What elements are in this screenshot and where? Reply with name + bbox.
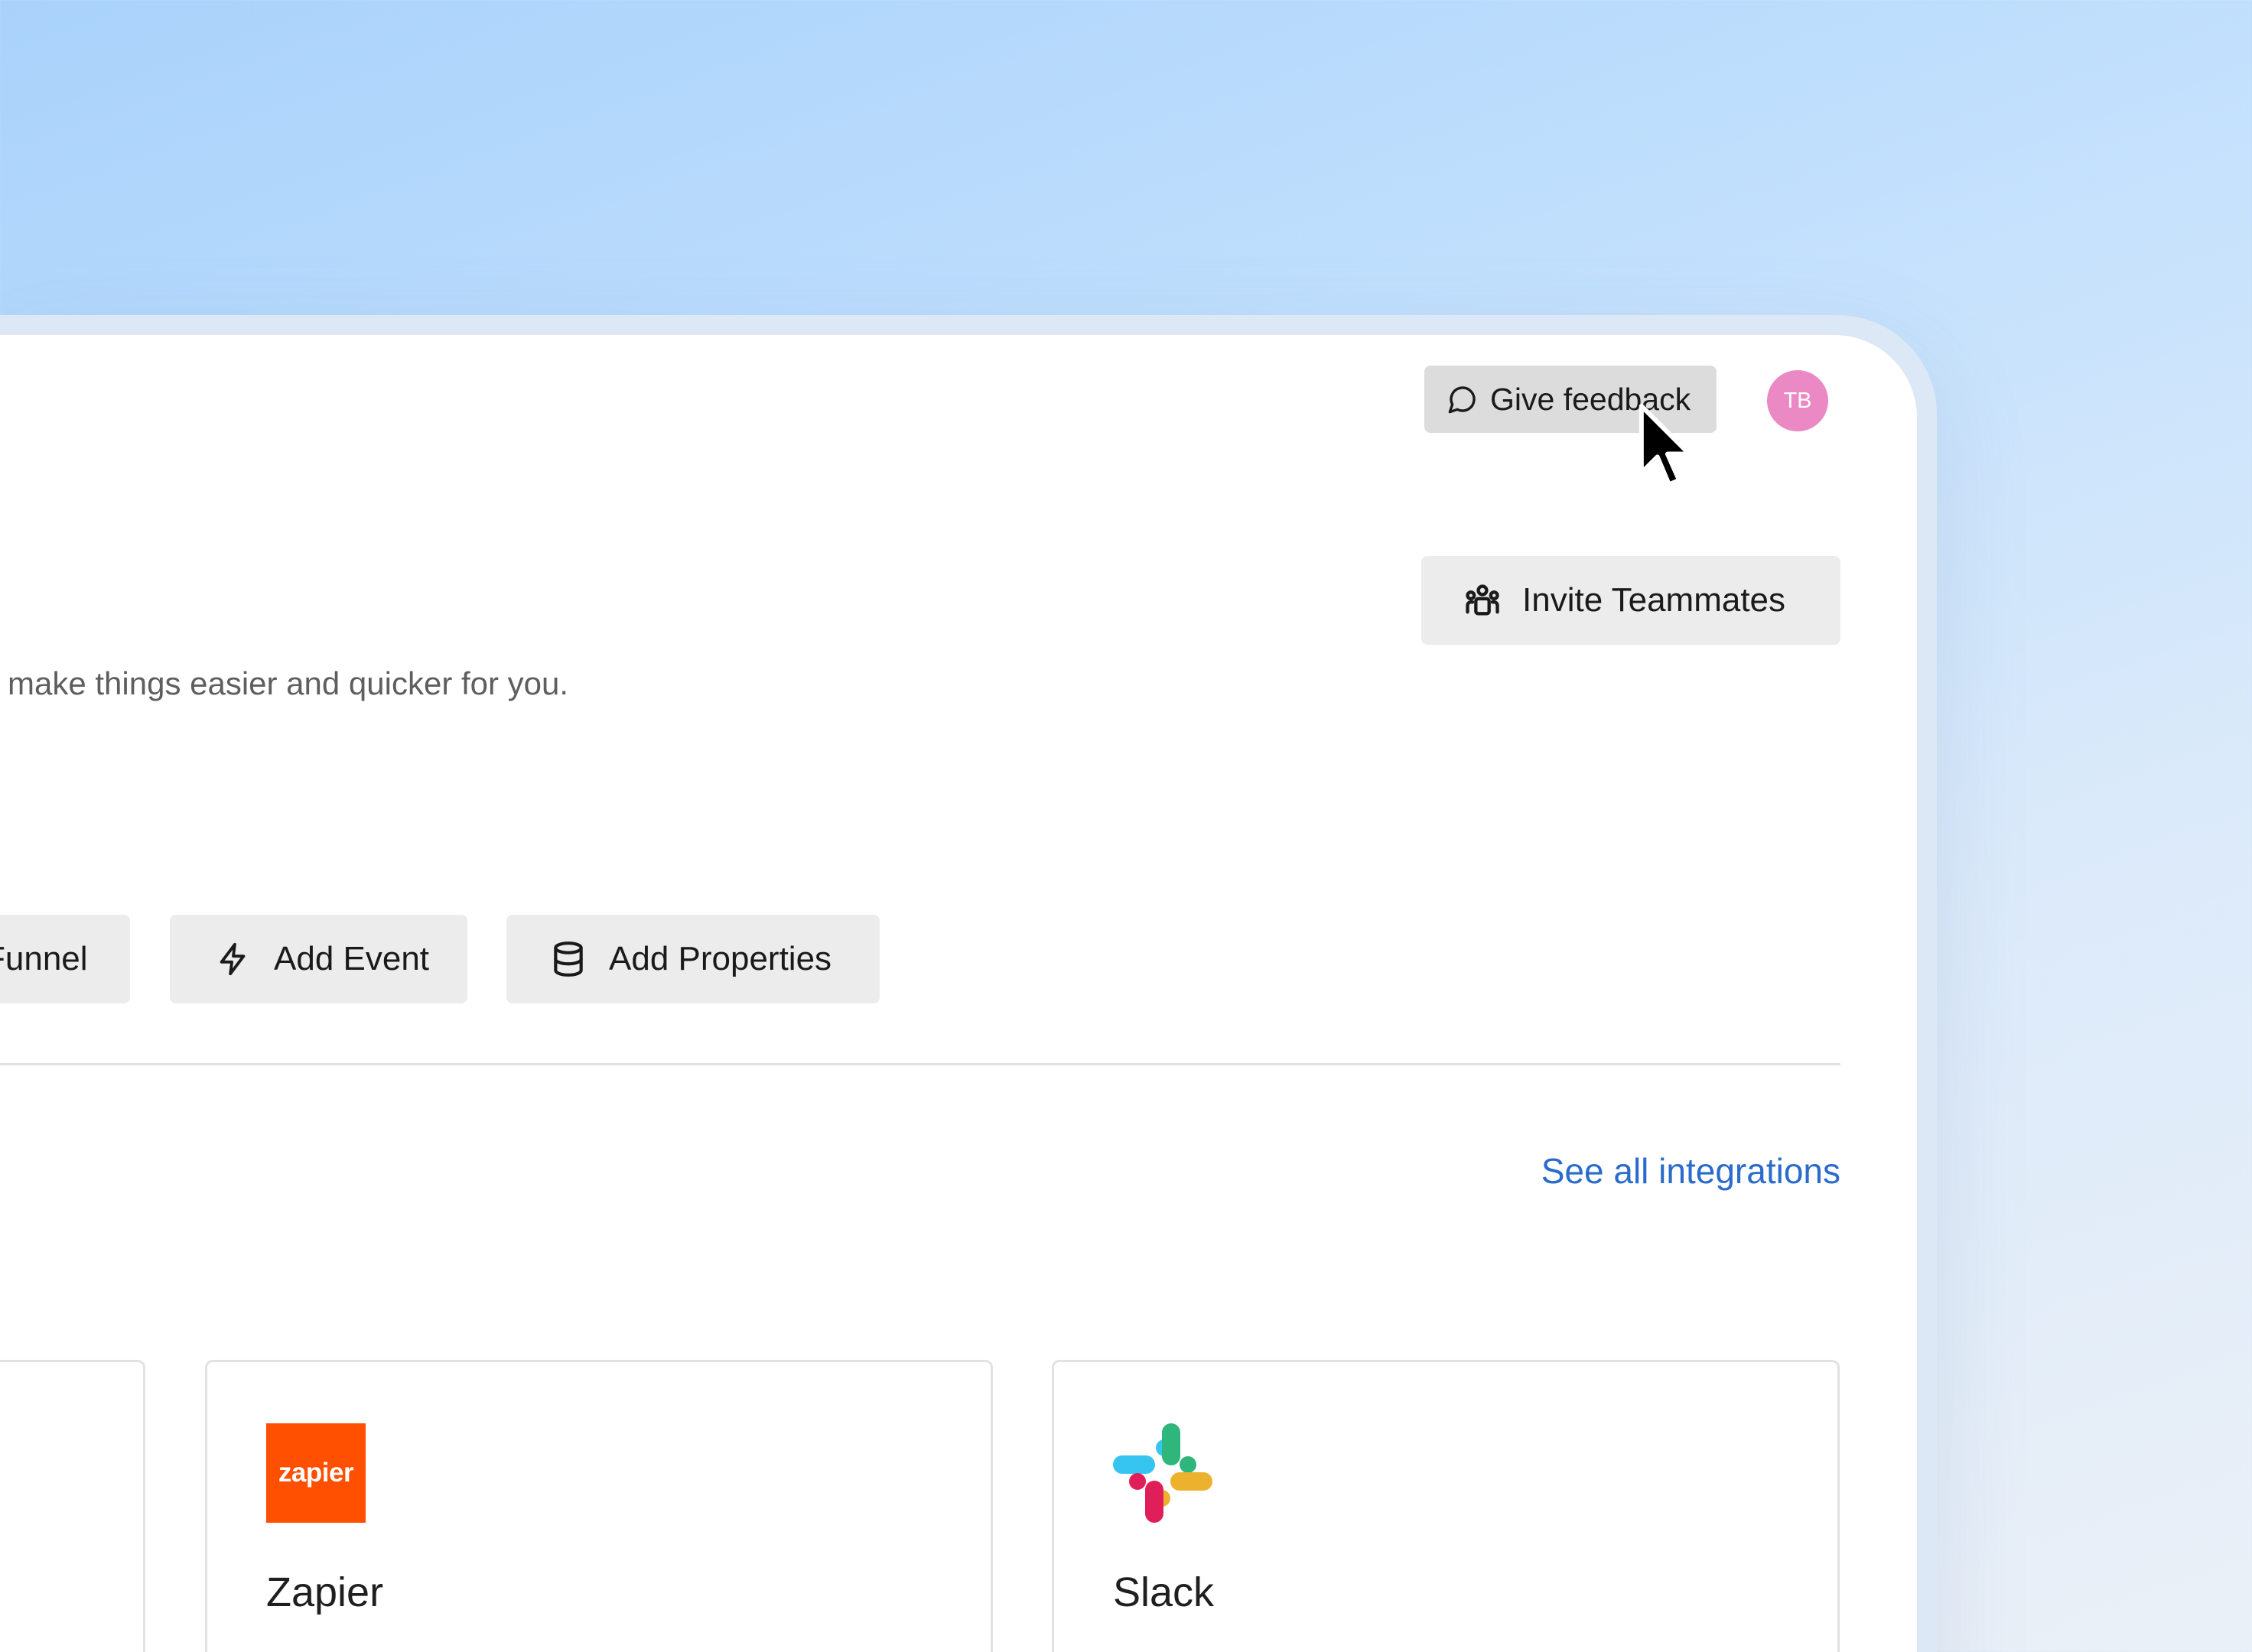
avatar-initials: TB <box>1783 388 1812 413</box>
add-funnel-label: Funnel <box>0 940 88 977</box>
database-icon <box>549 938 587 980</box>
zapier-logo-text: zapier <box>278 1458 354 1488</box>
mouse-cursor-icon <box>1639 403 1692 487</box>
add-event-label: Add Event <box>274 940 430 977</box>
integration-card-zapier[interactable]: zapier Zapier <box>205 1360 993 1652</box>
lightning-icon <box>216 938 251 980</box>
team-icon <box>1463 580 1502 620</box>
page-description: make things easier and quicker for you. <box>8 665 569 701</box>
add-properties-button[interactable]: Add Properties <box>506 915 880 1003</box>
avatar[interactable]: TB <box>1767 370 1828 431</box>
section-divider <box>0 1063 1840 1065</box>
invite-teammates-label: Invite Teammates <box>1522 581 1786 619</box>
integration-name: Zapier <box>266 1569 384 1615</box>
add-funnel-button[interactable]: Funnel <box>0 915 130 1003</box>
invite-teammates-button[interactable]: Invite Teammates <box>1421 556 1840 645</box>
slack-logo-icon <box>1113 1423 1212 1523</box>
integration-card-slack[interactable]: Slack <box>1052 1360 1840 1652</box>
integration-card[interactable] <box>0 1360 145 1652</box>
see-all-integrations-link[interactable]: See all integrations <box>1541 1150 1840 1192</box>
add-event-button[interactable]: Add Event <box>170 915 467 1003</box>
chat-bubble-icon <box>1447 384 1478 415</box>
integration-name: Slack <box>1113 1569 1215 1615</box>
zapier-logo: zapier <box>266 1423 366 1523</box>
add-properties-label: Add Properties <box>609 940 832 977</box>
